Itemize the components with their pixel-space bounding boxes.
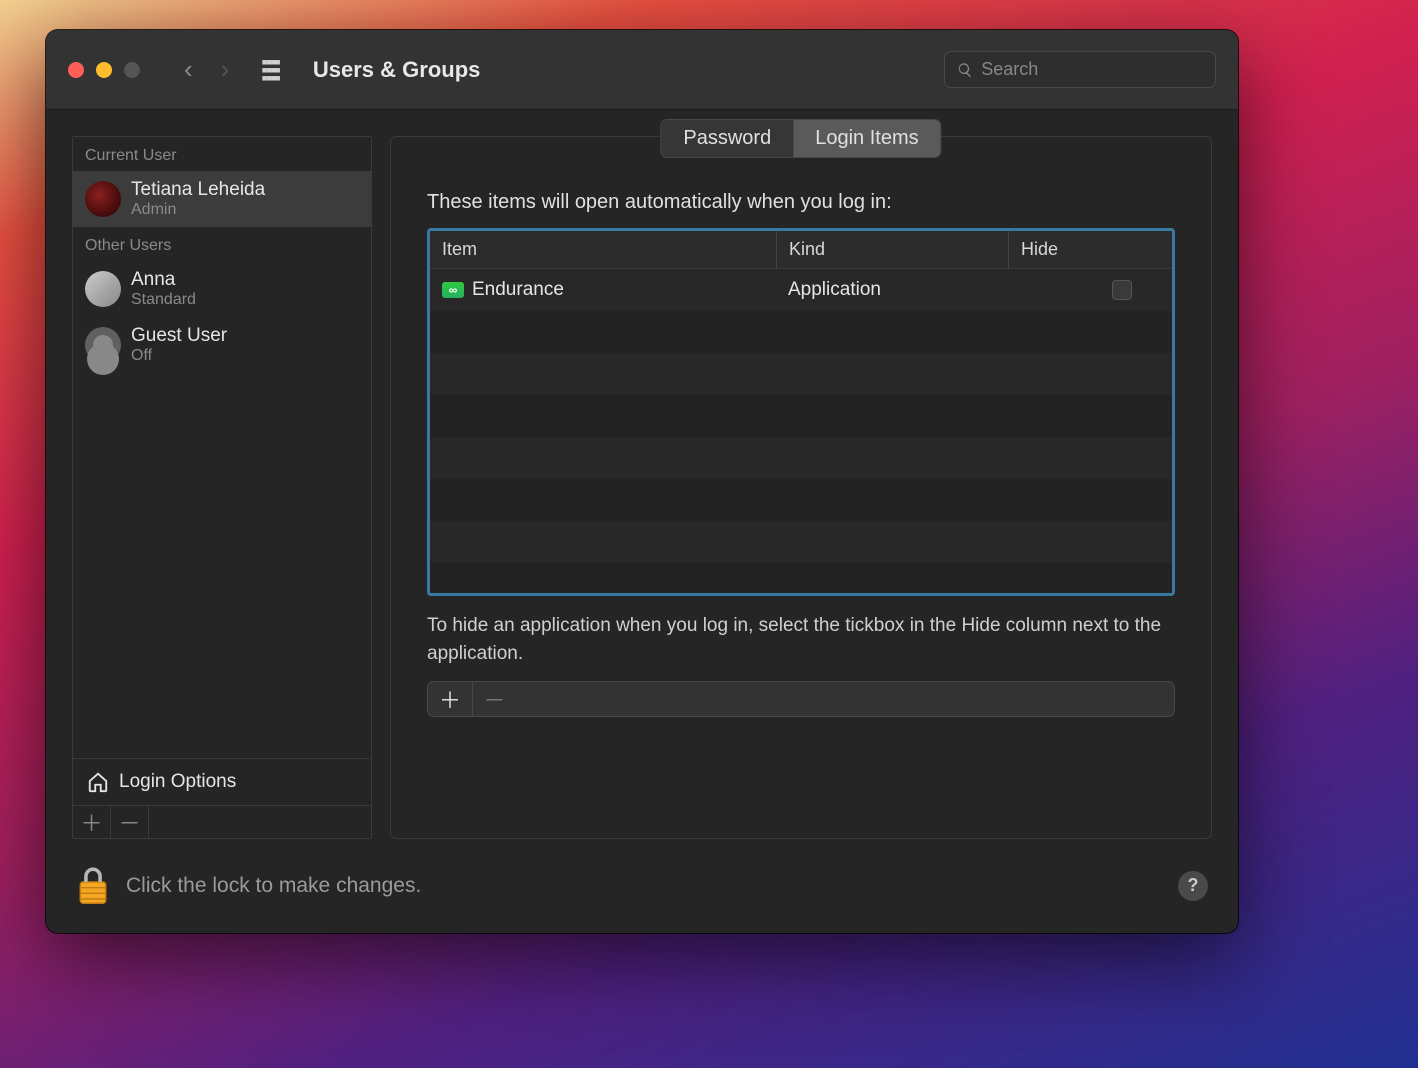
tabs: Password Login Items bbox=[660, 119, 941, 158]
table-row-empty bbox=[430, 521, 1172, 563]
tab-login-items[interactable]: Login Items bbox=[793, 120, 940, 157]
users-sidebar: Current User Tetiana Leheida Admin Other… bbox=[72, 136, 372, 839]
add-user-button[interactable]: ＋ bbox=[73, 806, 111, 838]
traffic-lights bbox=[68, 62, 140, 78]
help-button[interactable]: ? bbox=[1178, 871, 1208, 901]
window-title: Users & Groups bbox=[313, 57, 481, 83]
search-icon bbox=[957, 61, 973, 79]
user-name: Guest User bbox=[131, 325, 227, 347]
table-row-empty bbox=[430, 311, 1172, 353]
user-role: Standard bbox=[131, 291, 196, 309]
remove-login-item-button[interactable]: － bbox=[472, 682, 516, 716]
table-row-empty bbox=[430, 479, 1172, 521]
sidebar-user-current[interactable]: Tetiana Leheida Admin bbox=[73, 171, 371, 227]
home-icon bbox=[87, 771, 109, 793]
column-header-item[interactable]: Item bbox=[430, 231, 776, 268]
login-items-table: Item Kind Hide ∞ Endurance Application bbox=[427, 228, 1175, 596]
hide-checkbox[interactable] bbox=[1112, 280, 1132, 300]
search-field[interactable] bbox=[944, 51, 1216, 88]
add-remove-items: ＋ － bbox=[427, 681, 1175, 717]
column-header-hide[interactable]: Hide bbox=[1008, 231, 1070, 268]
column-header-kind[interactable]: Kind bbox=[776, 231, 1008, 268]
table-row-empty bbox=[430, 353, 1172, 395]
show-all-icon[interactable]: ▪▪▪▪▪▪▪▪▪▪▪▪ bbox=[261, 58, 279, 82]
login-items-description: These items will open automatically when… bbox=[427, 191, 1175, 214]
user-name: Anna bbox=[131, 269, 196, 291]
login-options-button[interactable]: Login Options bbox=[73, 758, 371, 805]
other-users-section-label: Other Users bbox=[73, 227, 371, 261]
back-button[interactable]: ‹ bbox=[184, 54, 193, 85]
close-button[interactable] bbox=[68, 62, 84, 78]
item-name: Endurance bbox=[472, 279, 564, 301]
search-input[interactable] bbox=[981, 59, 1203, 80]
tab-password[interactable]: Password bbox=[661, 120, 793, 157]
lock-hint-text: Click the lock to make changes. bbox=[126, 874, 421, 898]
table-row-empty bbox=[430, 395, 1172, 437]
table-row[interactable]: ∞ Endurance Application bbox=[430, 269, 1172, 311]
user-role: Admin bbox=[131, 201, 265, 219]
lock-icon[interactable] bbox=[76, 865, 110, 908]
user-role: Off bbox=[131, 347, 227, 365]
zoom-button[interactable] bbox=[124, 62, 140, 78]
avatar bbox=[85, 327, 121, 363]
forward-button: › bbox=[221, 54, 230, 85]
main-panel: Password Login Items These items will op… bbox=[390, 136, 1212, 839]
login-options-label: Login Options bbox=[119, 771, 236, 793]
avatar bbox=[85, 181, 121, 217]
user-name: Tetiana Leheida bbox=[131, 179, 265, 201]
minimize-button[interactable] bbox=[96, 62, 112, 78]
titlebar: ‹ › ▪▪▪▪▪▪▪▪▪▪▪▪ Users & Groups bbox=[46, 30, 1238, 110]
footer: Click the lock to make changes. ? bbox=[46, 865, 1238, 934]
remove-user-button[interactable]: － bbox=[111, 806, 149, 838]
table-row-empty bbox=[430, 437, 1172, 479]
item-kind: Application bbox=[776, 279, 1008, 301]
sidebar-user-other[interactable]: Anna Standard bbox=[73, 261, 371, 317]
current-user-section-label: Current User bbox=[73, 137, 371, 171]
avatar bbox=[85, 271, 121, 307]
app-icon: ∞ bbox=[442, 282, 464, 298]
add-login-item-button[interactable]: ＋ bbox=[428, 682, 472, 716]
table-row-empty bbox=[430, 563, 1172, 596]
sidebar-user-guest[interactable]: Guest User Off bbox=[73, 317, 371, 373]
preferences-window: ‹ › ▪▪▪▪▪▪▪▪▪▪▪▪ Users & Groups Current … bbox=[46, 30, 1238, 933]
hint-text: To hide an application when you log in, … bbox=[427, 612, 1175, 667]
